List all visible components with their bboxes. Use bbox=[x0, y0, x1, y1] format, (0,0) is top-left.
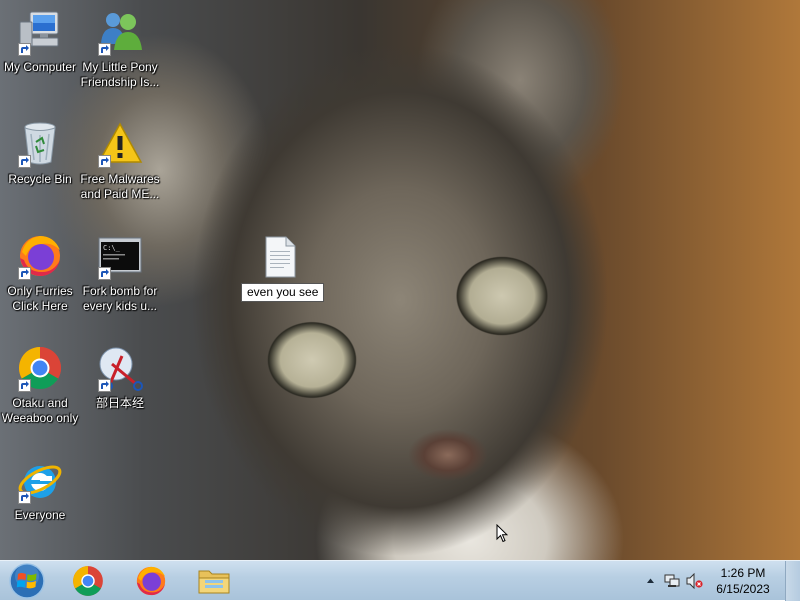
mouse-cursor-icon bbox=[496, 524, 508, 543]
show-desktop-button[interactable] bbox=[785, 561, 800, 601]
windows-logo-icon bbox=[9, 563, 45, 599]
internet-explorer-icon bbox=[16, 456, 64, 504]
snipping-tool-icon bbox=[96, 344, 144, 392]
desktop-icon-label: Free Malwares and Paid ME... bbox=[80, 172, 160, 201]
start-button[interactable] bbox=[2, 563, 52, 599]
clock-time: 1:26 PM bbox=[720, 566, 766, 580]
desktop-icon-label: Everyone bbox=[14, 508, 66, 522]
firefox-icon bbox=[16, 232, 64, 280]
show-hidden-icons-icon[interactable] bbox=[646, 577, 655, 584]
desktop-icon-japanese[interactable]: 部日本经 bbox=[80, 344, 160, 411]
text-file-icon bbox=[265, 236, 296, 278]
desktop-icon-label: Recycle Bin bbox=[8, 172, 72, 186]
shortcut-arrow-icon bbox=[98, 155, 111, 168]
file-rename-field[interactable]: even you see bbox=[241, 283, 325, 302]
desktop-icon-label: Otaku and Weeaboo only bbox=[1, 396, 79, 425]
desktop-icon-my-little-pony[interactable]: My Little Pony Friendship Is... bbox=[80, 8, 160, 90]
desktop-icon-recycle-bin[interactable]: Recycle Bin bbox=[0, 120, 80, 187]
network-icon[interactable] bbox=[664, 573, 680, 589]
warning-icon bbox=[96, 120, 144, 168]
desktop-file-even-you-see[interactable] bbox=[262, 236, 298, 278]
taskbar-chrome-button[interactable] bbox=[64, 563, 112, 599]
desktop-icon-label: Fork bomb for every kids u... bbox=[82, 284, 158, 313]
recycle-bin-icon bbox=[16, 120, 64, 168]
desktop-icon-label: My Computer bbox=[3, 60, 77, 74]
desktop-icon-otaku-and-weeaboo[interactable]: Otaku and Weeaboo only bbox=[0, 344, 80, 426]
file-explorer-icon bbox=[198, 570, 230, 594]
desktop-icon-label: Only Furries Click Here bbox=[7, 284, 73, 313]
desktop-icon-everyone[interactable]: Everyone bbox=[0, 456, 80, 523]
chrome-icon bbox=[16, 344, 64, 392]
clock[interactable]: 1:26 PM 6/15/2023 bbox=[708, 565, 778, 597]
shortcut-arrow-icon bbox=[18, 267, 31, 280]
shortcut-arrow-icon bbox=[18, 155, 31, 168]
desktop-icon-free-malwares[interactable]: Free Malwares and Paid ME... bbox=[80, 120, 160, 202]
desktop-icon-fork-bomb[interactable]: C:\_ Fork bomb for every kids u... bbox=[80, 232, 160, 314]
taskbar: 1:26 PM 6/15/2023 bbox=[0, 560, 800, 601]
chrome-icon bbox=[73, 566, 103, 596]
shortcut-arrow-icon bbox=[18, 379, 31, 392]
shortcut-arrow-icon bbox=[98, 43, 111, 56]
desktop-icon-label: 部日本经 bbox=[95, 396, 144, 410]
desktop[interactable]: My Computer My Little Pony Friendship Is… bbox=[0, 0, 800, 560]
users-icon bbox=[96, 8, 144, 56]
clock-date: 6/15/2023 bbox=[716, 582, 770, 596]
taskbar-firefox-button[interactable] bbox=[127, 563, 175, 599]
system-tray: 1:26 PM 6/15/2023 bbox=[640, 561, 800, 601]
volume-muted-icon[interactable] bbox=[686, 573, 703, 589]
shortcut-arrow-icon bbox=[98, 379, 111, 392]
taskbar-file-explorer-button[interactable] bbox=[190, 563, 238, 599]
desktop-icon-only-furries[interactable]: Only Furries Click Here bbox=[0, 232, 80, 314]
shortcut-arrow-icon bbox=[18, 491, 31, 504]
desktop-icon-label: My Little Pony Friendship Is... bbox=[80, 60, 160, 89]
desktop-icon-my-computer[interactable]: My Computer bbox=[0, 8, 80, 75]
computer-icon bbox=[16, 8, 64, 56]
shortcut-arrow-icon bbox=[98, 267, 111, 280]
shortcut-arrow-icon bbox=[18, 43, 31, 56]
command-prompt-icon: C:\_ bbox=[96, 232, 144, 280]
svg-text:C:\_: C:\_ bbox=[103, 244, 121, 252]
firefox-icon bbox=[136, 566, 166, 596]
